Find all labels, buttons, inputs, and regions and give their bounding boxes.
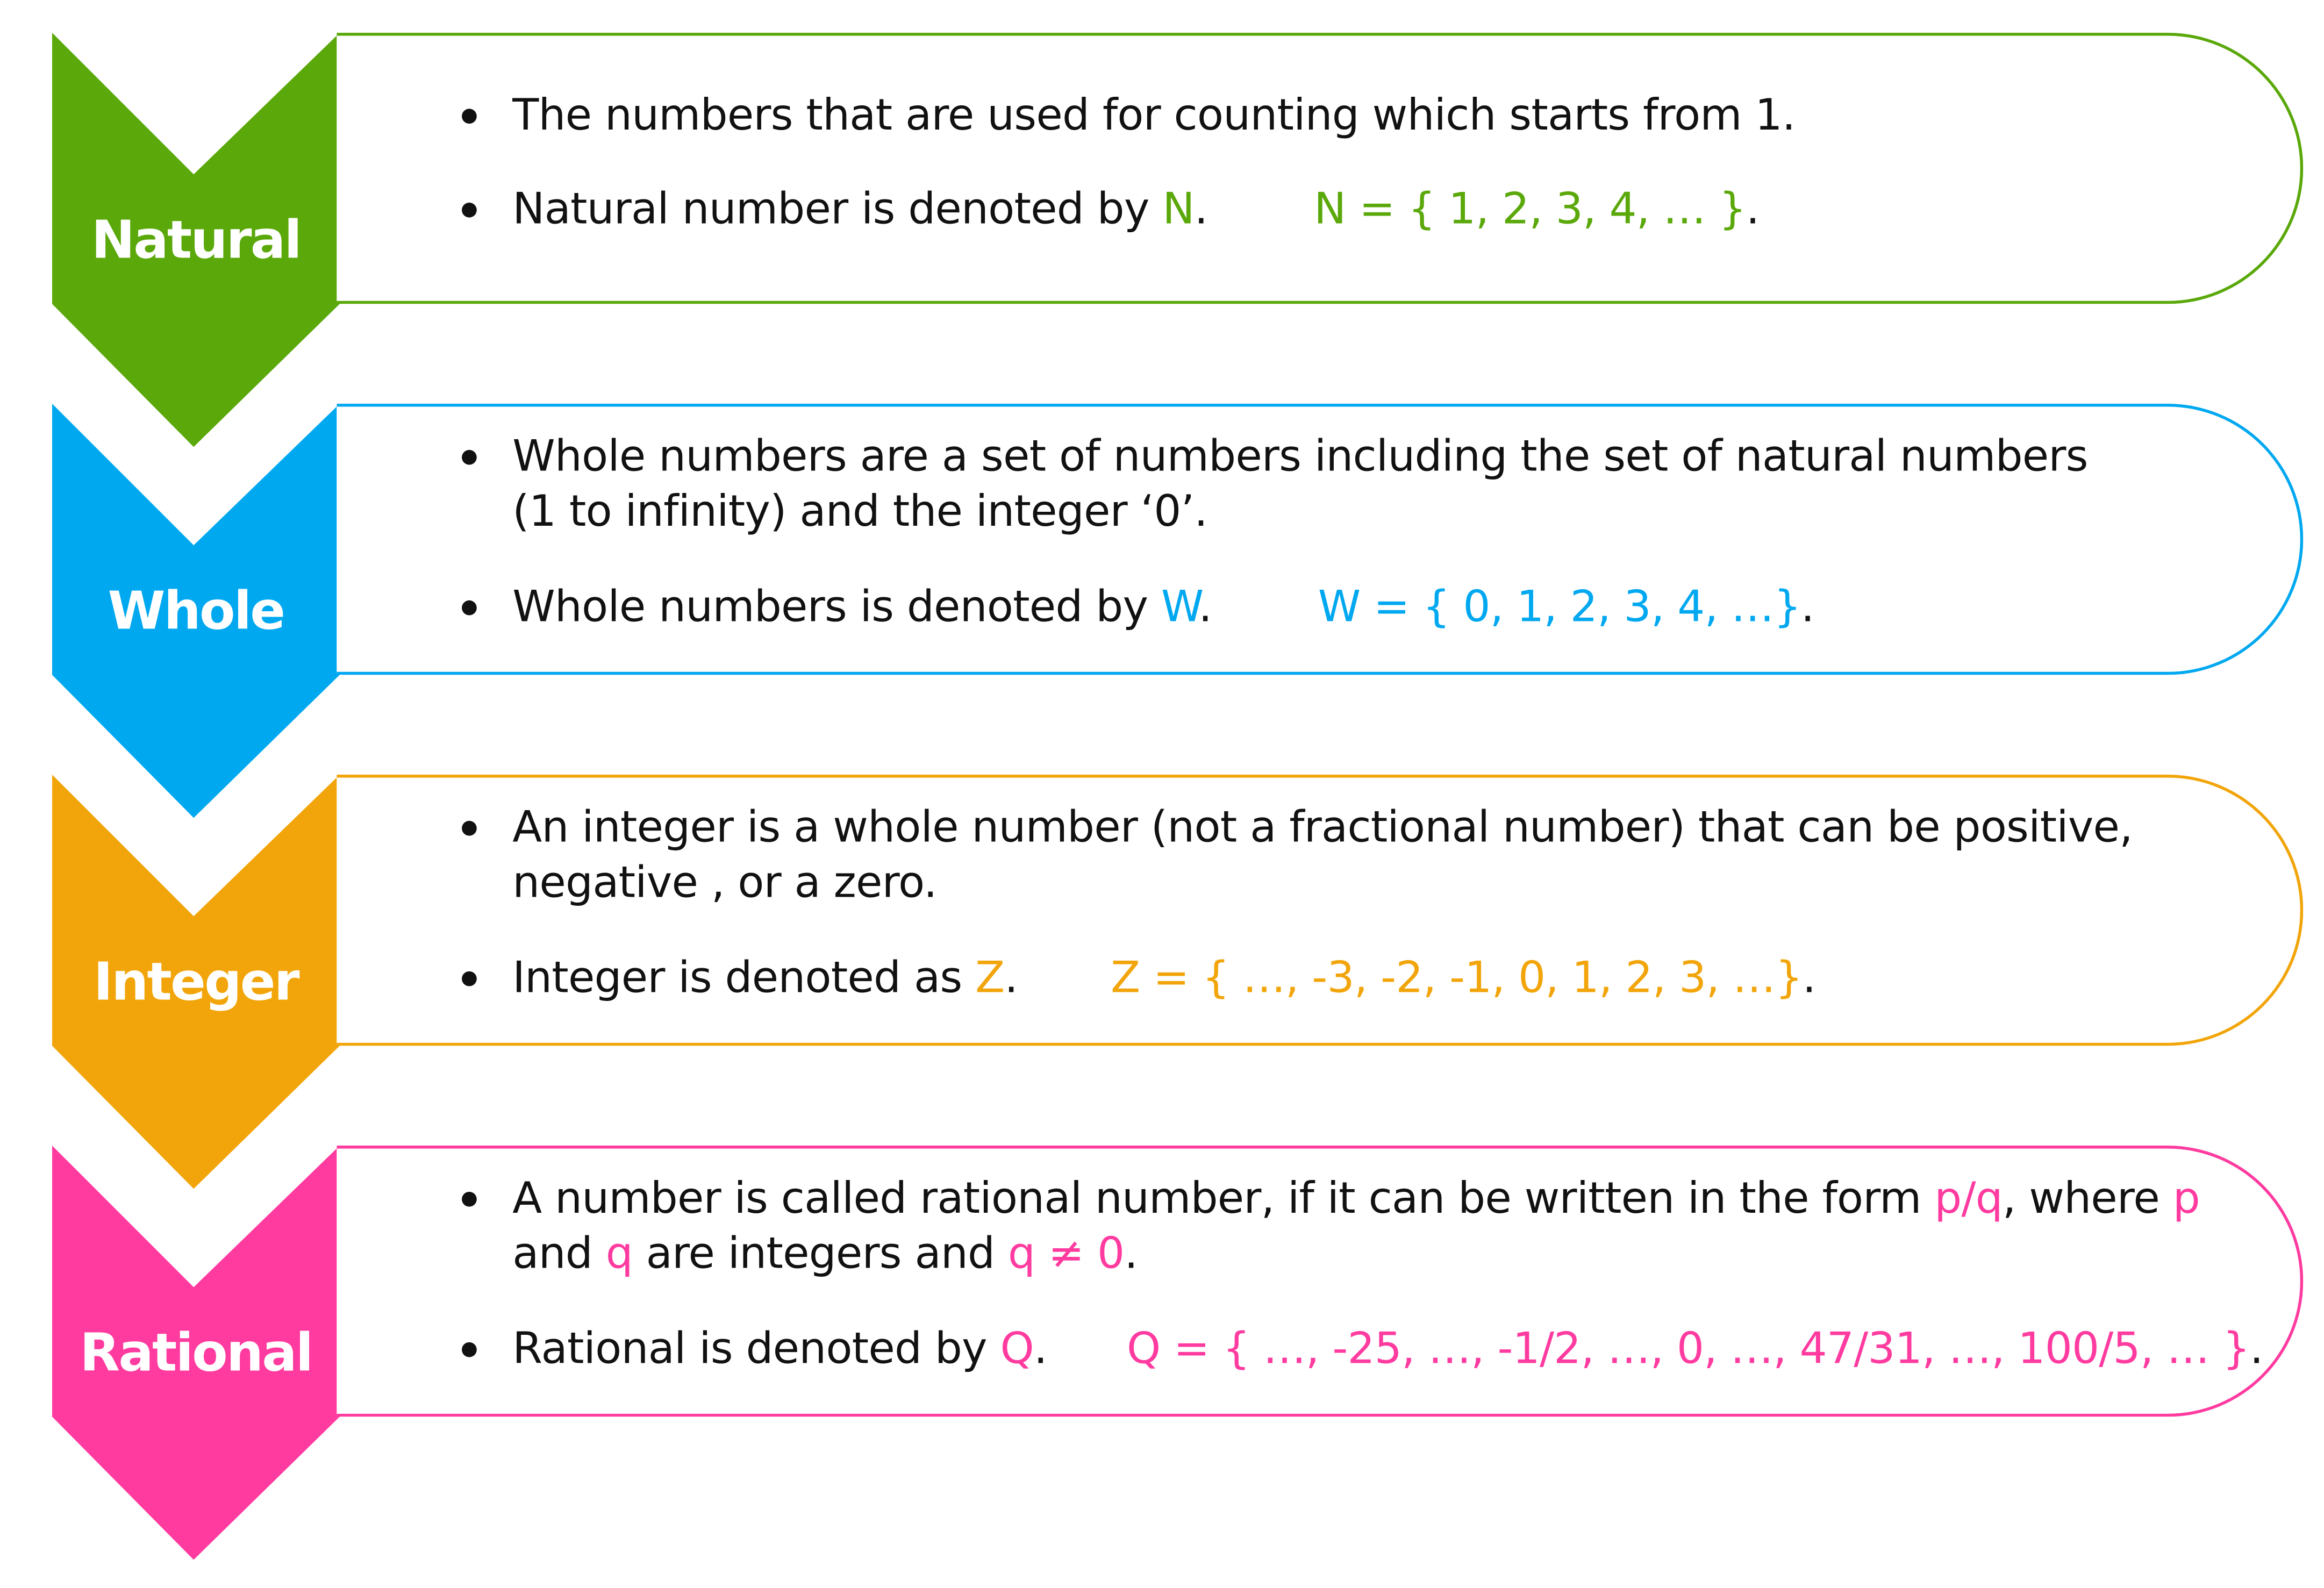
plain-text: Integer is denoted as — [512, 952, 976, 1003]
bullet-text: An integer is a whole number (not a frac… — [512, 800, 2133, 910]
plain-text: An integer is a whole number (not a frac… — [512, 801, 2133, 853]
bullet-text: Whole numbers are a set of numbers inclu… — [512, 429, 2088, 540]
notation-text: Q = { …, -25, …, -1/2, …, 0, …, 47/31, …… — [1126, 1322, 2250, 1374]
bullet-text: The numbers that are used for counting w… — [512, 88, 1796, 144]
plain-text: Whole numbers are a set of numbers inclu… — [512, 430, 2088, 482]
text-line: Natural number is denoted by N. N = { 1,… — [512, 182, 1760, 237]
plain-text: . — [1194, 183, 1314, 234]
plain-text: . — [1033, 1322, 1127, 1374]
plain-text: and — [512, 1227, 606, 1278]
description-box — [337, 32, 2304, 304]
bullet-icon — [462, 449, 477, 465]
text-line: Integer is denoted as Z. Z = { …, -3, -2… — [512, 950, 1817, 1006]
text-line: An integer is a whole number (not a frac… — [512, 800, 2133, 855]
notation-text: Q — [1000, 1322, 1034, 1374]
plain-text: Rational is denoted by — [512, 1322, 1000, 1374]
plain-text: negative , or a zero. — [512, 856, 937, 907]
notation-text: W — [1161, 581, 1199, 632]
row-whole: Whole Whole numbers are a set of numbers … — [0, 403, 2324, 821]
text-line: Rational is denoted by Q. Q = { …, -25, … — [512, 1321, 2263, 1377]
plain-text: , where — [2002, 1172, 2173, 1224]
plain-text: The numbers that are used for counting w… — [512, 89, 1796, 140]
notation-text: Z = { …, -3, -2, -1, 0, 1, 2, 3, …} — [1111, 952, 1803, 1003]
text-line: (1 to infinity) and the integer ‘0’. — [512, 484, 2087, 540]
plain-text: . — [1800, 581, 1815, 632]
bullet-icon — [462, 971, 477, 986]
notation-text: N = { 1, 2, 3, 4, … } — [1314, 183, 1747, 234]
notation-text: p — [2172, 1172, 2200, 1224]
plain-text: . — [1004, 952, 1111, 1003]
plain-text: . — [2249, 1322, 2264, 1374]
plain-text: Whole numbers is denoted by — [512, 581, 1161, 632]
category-label: Rational — [80, 1324, 313, 1384]
number-types-diagram: Natural The numbers that are used for cou… — [0, 0, 2324, 1588]
text-line: Whole numbers is denoted by W. W = { 0, … — [512, 580, 1814, 635]
plain-text: . — [1802, 952, 1817, 1003]
bullet-icon — [462, 202, 477, 218]
row-natural: Natural The numbers that are used for cou… — [0, 32, 2324, 450]
category-label: Natural — [91, 211, 302, 271]
row-integer: Integer An integer is a whole number (not… — [0, 775, 2324, 1192]
plain-text: . — [1746, 183, 1760, 234]
row-rational: Rational A number is called rational numb… — [0, 1146, 2324, 1563]
bullet-text: Natural number is denoted by N. N = { 1,… — [512, 182, 1760, 237]
plain-text: A number is called rational number, if i… — [512, 1172, 1935, 1224]
plain-text: . — [1198, 581, 1318, 632]
bullet-icon — [462, 1342, 477, 1357]
text-line: negative , or a zero. — [512, 855, 2133, 911]
text-line: Whole numbers are a set of numbers inclu… — [512, 429, 2088, 484]
bullet-icon — [462, 1191, 477, 1207]
notation-text: W = { 0, 1, 2, 3, 4, …} — [1318, 581, 1801, 632]
notation-text: p/q — [1934, 1172, 2003, 1224]
plain-text: are integers and — [632, 1227, 1008, 1278]
text-line: A number is called rational number, if i… — [512, 1171, 2200, 1226]
notation-text: Z — [975, 952, 1005, 1003]
bullet-text: A number is called rational number, if i… — [512, 1171, 2200, 1281]
plain-text: . — [1124, 1227, 1138, 1278]
category-label: Whole — [108, 582, 285, 642]
notation-text: N — [1162, 183, 1195, 234]
bullet-icon — [462, 109, 477, 124]
bullet-icon — [462, 600, 477, 616]
notation-text: q ≠ 0 — [1007, 1227, 1125, 1278]
bullet-text: Whole numbers is denoted by W. W = { 0, … — [512, 580, 1814, 635]
category-label: Integer — [93, 953, 300, 1013]
text-line: and q are integers and q ≠ 0. — [512, 1226, 2200, 1282]
notation-text: q — [605, 1227, 633, 1278]
text-line: The numbers that are used for counting w… — [512, 88, 1796, 144]
plain-text: Natural number is denoted by — [512, 183, 1163, 234]
bullet-text: Integer is denoted as Z. Z = { …, -3, -2… — [512, 950, 1817, 1006]
plain-text: (1 to infinity) and the integer ‘0’. — [512, 485, 1208, 537]
bullet-text: Rational is denoted by Q. Q = { …, -25, … — [512, 1321, 2263, 1377]
bullet-icon — [462, 820, 477, 836]
